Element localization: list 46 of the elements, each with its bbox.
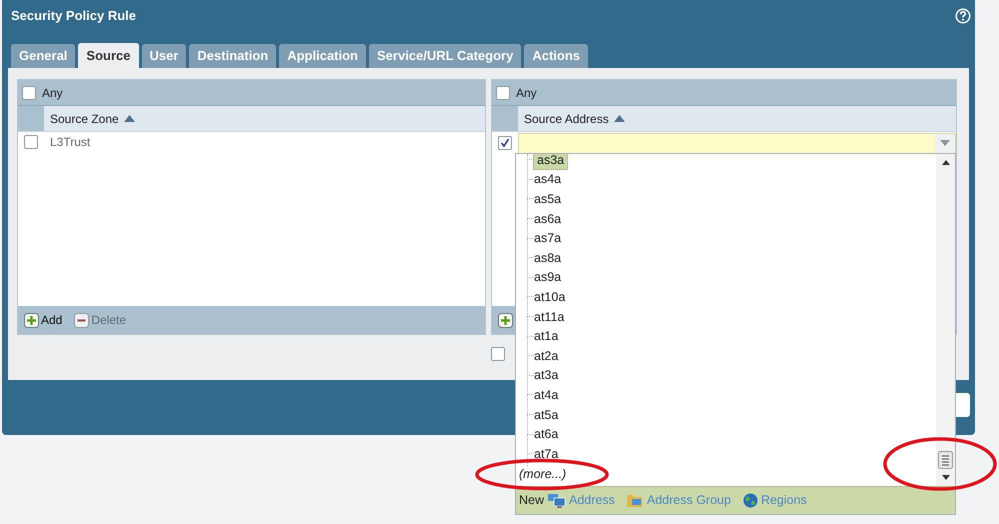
minus-icon [74,312,90,328]
sort-icon [614,115,625,122]
list-item[interactable]: at10a [534,288,566,306]
globe-icon [742,493,758,508]
list-item[interactable]: as8a [534,248,562,267]
checkbox[interactable] [491,347,505,361]
any-label: Any [42,84,63,102]
list-item[interactable]: as9a [534,268,562,286]
list-item[interactable]: at5a [534,406,558,424]
any-label: Any [516,84,537,102]
checkbox[interactable] [24,135,38,149]
window-title: Security Policy Rule [11,7,136,26]
new-label: New [519,492,544,510]
list-item[interactable]: as6a [534,210,562,228]
list-item[interactable]: at2a [534,346,558,365]
list-item[interactable]: at7a [534,444,558,463]
list-item[interactable]: at6a [534,425,558,444]
add-button[interactable] [498,312,513,328]
list-item[interactable]: as4a [534,170,562,188]
list-item[interactable]: as7a [534,229,562,248]
monitors-icon [548,493,566,508]
list-item[interactable]: at1a [534,327,558,346]
list-item[interactable]: at4a [534,386,558,404]
column-title: Source Zone [50,110,119,128]
list-item[interactable]: as5a [534,190,562,208]
list-item[interactable]: as3a [533,154,568,170]
table-cell-text: L3Trust [49,134,92,151]
checkbox[interactable] [496,86,510,100]
plus-icon [24,312,39,328]
caret-icon [940,140,950,146]
sort-icon [124,115,135,122]
list-item[interactable]: at11a [534,308,564,326]
list-item[interactable]: at3a [534,366,558,384]
add-button[interactable]: Add [24,311,62,329]
plus-icon [498,312,513,328]
scroll-thumb[interactable] [938,451,953,469]
tab[interactable]: Source [78,43,138,68]
address-combo[interactable] [518,132,956,154]
checkbox[interactable] [498,136,512,150]
checkbox[interactable] [22,86,36,100]
scrollbar[interactable] [936,154,955,486]
scroll-down-icon[interactable] [942,475,950,480]
scroll-up-icon[interactable] [942,160,950,165]
folder-icon [626,493,644,508]
column-title: Source Address [524,110,609,128]
help-icon[interactable] [955,8,971,24]
